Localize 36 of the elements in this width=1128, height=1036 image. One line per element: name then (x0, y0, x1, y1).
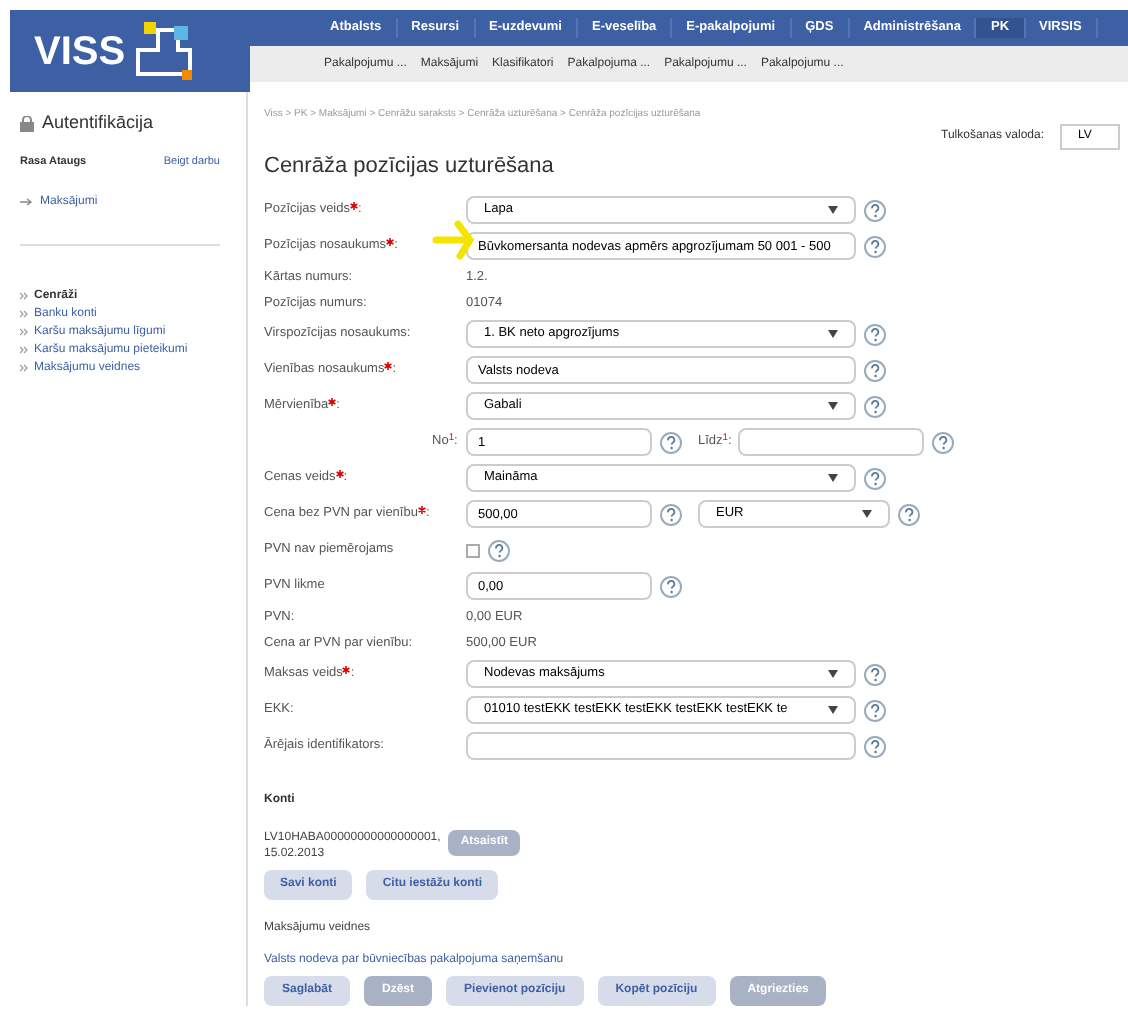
caret-icon (828, 474, 838, 482)
caret-icon (828, 670, 838, 678)
help-icon[interactable] (864, 323, 886, 345)
chevron-right-icon (20, 328, 28, 337)
arrow-right-icon (20, 198, 32, 207)
help-icon[interactable] (898, 503, 920, 525)
logo-icon (133, 21, 194, 81)
help-icon[interactable] (864, 663, 886, 685)
help-icon[interactable] (864, 359, 886, 381)
help-icon[interactable] (660, 575, 682, 597)
caret-icon (862, 510, 872, 518)
help-icon[interactable] (660, 431, 682, 453)
chevron-right-icon (20, 346, 28, 355)
help-icon[interactable] (488, 539, 510, 561)
input-field[interactable] (738, 428, 924, 456)
help-icon[interactable] (864, 235, 886, 257)
checkbox[interactable] (466, 543, 480, 557)
help-icon[interactable] (864, 735, 886, 757)
header-logo[interactable]: VISS (10, 10, 250, 92)
chevron-right-icon (20, 364, 28, 373)
sidebar-title: Autentifikācija (42, 110, 154, 136)
lock-icon (20, 115, 34, 132)
caret-icon (828, 706, 838, 714)
caret-icon (828, 206, 838, 214)
help-icon[interactable] (864, 199, 886, 221)
page-title: Cenrāža pozīcijas uzturēšana (264, 151, 556, 181)
help-icon[interactable] (864, 395, 886, 417)
chevron-right-icon (20, 310, 28, 319)
help-icon[interactable] (864, 467, 886, 489)
help-icon[interactable] (864, 699, 886, 721)
caret-icon (828, 402, 838, 410)
help-icon[interactable] (660, 503, 682, 525)
caret-icon (828, 330, 838, 338)
chevron-right-icon (20, 292, 28, 301)
input-field[interactable] (466, 732, 856, 760)
help-icon[interactable] (932, 431, 954, 453)
